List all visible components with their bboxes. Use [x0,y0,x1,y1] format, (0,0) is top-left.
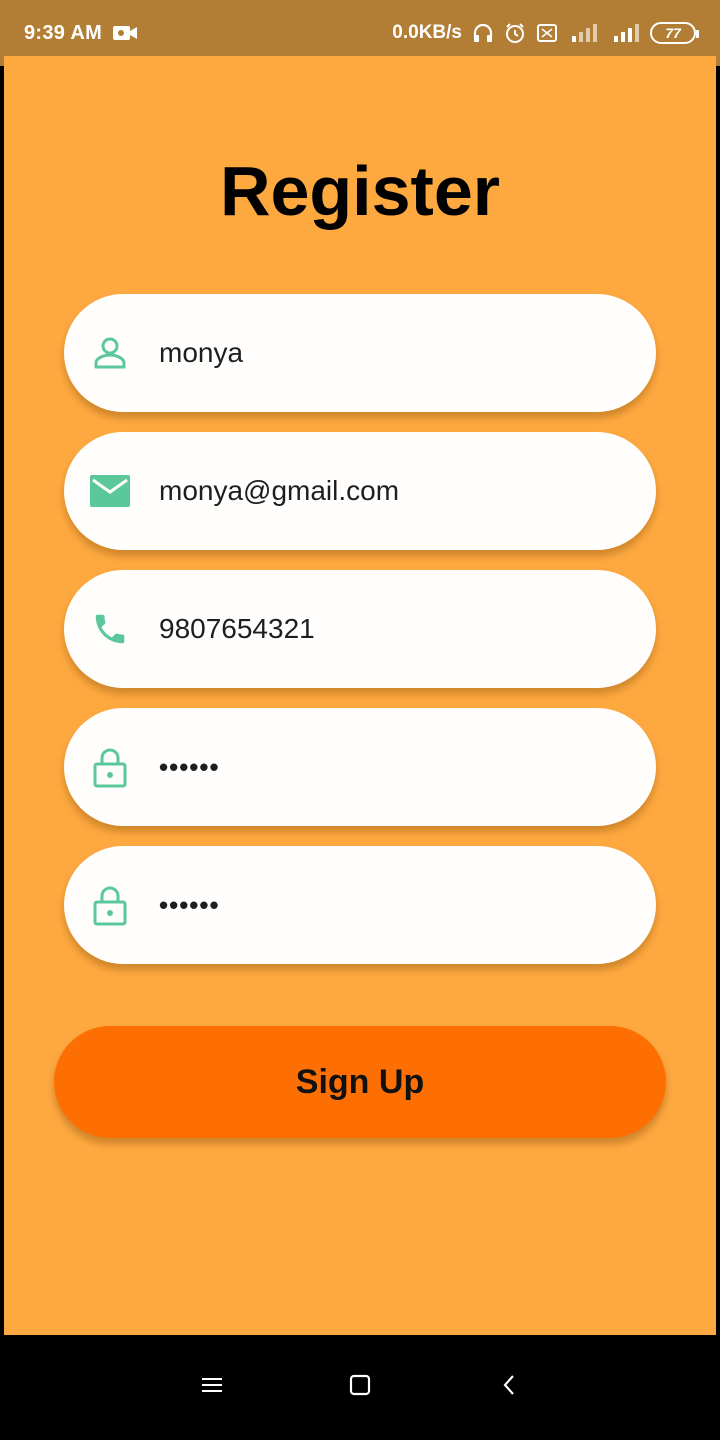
video-recorder-icon [112,24,138,42]
confirm-password-field[interactable]: •••••• [64,846,656,964]
headphones-icon [472,22,494,44]
status-time: 9:39 AM [24,21,103,44]
confirm-password-value: •••••• [159,890,220,920]
phone-field[interactable]: 9807654321 [64,570,656,688]
username-value: monya [159,337,244,368]
register-screen: Register monya monya@gmail.com 980765432… [4,56,716,1335]
home-icon[interactable] [345,1370,375,1400]
back-icon[interactable] [494,1370,524,1400]
password-field[interactable]: •••••• [64,708,656,826]
phone-value: 9807654321 [159,613,315,644]
sign-up-button[interactable]: Sign Up [54,1026,666,1138]
vibrate-icon [536,22,558,44]
battery-icon: 77 [650,22,699,44]
page-title: Register [219,152,501,230]
lock-icon [90,747,130,788]
status-left: 9:39 AM [24,22,138,45]
email-value: monya@gmail.com [159,475,400,506]
email-field[interactable]: monya@gmail.com [64,432,656,550]
menu-icon[interactable] [197,1370,227,1400]
password-value: •••••• [159,752,220,782]
signal-1-icon [568,22,602,44]
mail-icon [90,471,130,511]
person-icon [90,333,130,373]
network-speed: 0.0KB/s [392,22,462,43]
lock-icon [90,885,130,926]
username-field[interactable]: monya [64,294,656,412]
signal-2-icon [612,22,640,44]
phone-icon [90,609,130,649]
alarm-icon [504,22,526,44]
status-right: 0.0KB/s 77 [392,22,699,44]
